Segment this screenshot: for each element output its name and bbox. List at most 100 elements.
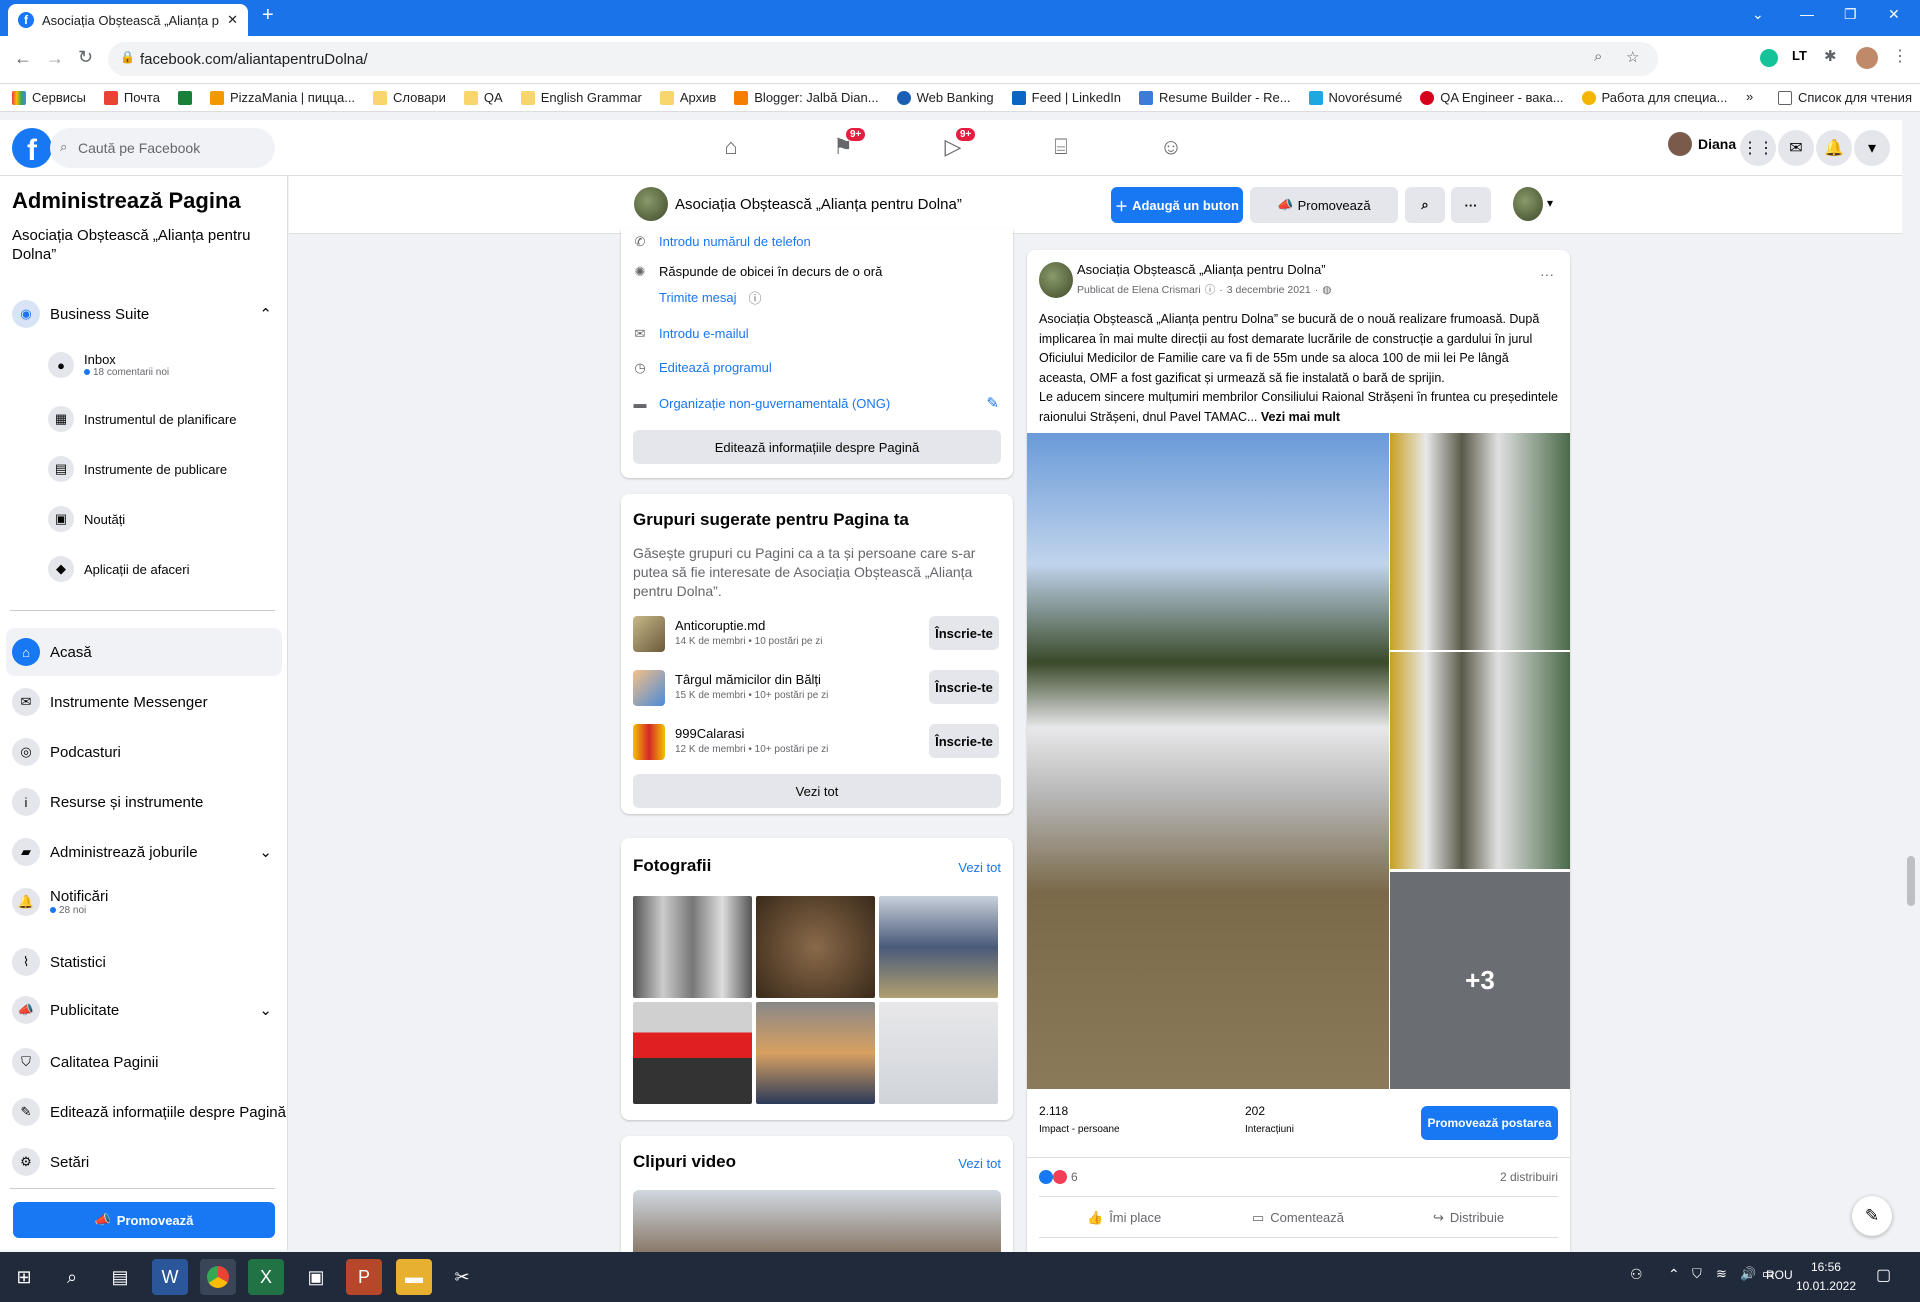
scrollbar-thumb[interactable]: [1907, 856, 1915, 906]
close-tab-icon[interactable]: ✕: [227, 12, 238, 28]
file-explorer-icon[interactable]: ▬: [396, 1259, 432, 1295]
bookmark-sheets[interactable]: [177, 90, 192, 105]
photo-thumbnail[interactable]: [879, 1002, 998, 1104]
pages-flag-nav-icon[interactable]: ⚑ 9+: [828, 128, 866, 162]
see-more-link[interactable]: Vezi mai mult: [1261, 410, 1340, 424]
bookmark-resume[interactable]: Resume Builder - Re...: [1139, 90, 1291, 105]
chevron-down-icon[interactable]: ⌄: [259, 843, 272, 861]
translate-extension-icon[interactable]: LT: [1792, 48, 1807, 63]
chevron-down-icon[interactable]: ⌄: [259, 1001, 272, 1019]
group-name[interactable]: Târgul mămicilor din Bălți: [675, 672, 821, 687]
video-thumbnail[interactable]: [633, 1190, 1001, 1252]
category-row[interactable]: ▬ Organizație non-guvernamentală (ONG) ✎: [633, 394, 1000, 412]
sidebar-item-messenger-tools[interactable]: ✉ Instrumente Messenger: [12, 688, 208, 716]
share-button[interactable]: ↪ Distribuie: [1433, 1210, 1504, 1226]
post-photo-3[interactable]: [1390, 652, 1570, 869]
home-nav-icon[interactable]: ⌂: [716, 132, 746, 162]
bookmark-linkedin[interactable]: Feed | LinkedIn: [1011, 90, 1121, 105]
back-icon[interactable]: ←: [14, 48, 32, 69]
more-bookmarks[interactable]: »: [1746, 89, 1753, 104]
restore-icon[interactable]: ❐: [1844, 6, 1857, 23]
menu-grid-icon[interactable]: ⋮⋮: [1740, 130, 1776, 166]
schedule-row[interactable]: ◷ Editează programul: [633, 360, 772, 376]
bookmark-blogger[interactable]: Blogger: Jalbă Dian...: [734, 90, 879, 105]
shares-count[interactable]: 2 distribuiri: [1500, 1170, 1558, 1184]
group-item[interactable]: 999Calarasi 12 K de membri • 10+ postări…: [633, 722, 999, 762]
bookmark-folder-grammar[interactable]: English Grammar: [520, 90, 642, 105]
sidebar-item-ads[interactable]: 📣 Publicitate ⌄: [12, 996, 272, 1024]
groups-see-all-button[interactable]: Vezi tot: [633, 774, 1001, 808]
action-center-icon[interactable]: ▢: [1876, 1265, 1891, 1285]
photo-thumbnail[interactable]: [633, 1002, 752, 1104]
sidebar-item-jobs[interactable]: ▰ Administrează joburile ⌄: [12, 838, 272, 866]
reload-icon[interactable]: ↻: [78, 47, 93, 68]
tab-search-icon[interactable]: ⌄: [1752, 6, 1764, 23]
like-button[interactable]: 👍 Îmi place: [1087, 1210, 1161, 1226]
group-name[interactable]: 999Calarasi: [675, 726, 744, 741]
more-options-button[interactable]: ···: [1451, 187, 1491, 223]
sidebar-promote-button[interactable]: 📣 Promovează: [13, 1202, 275, 1238]
sidebar-item-resources[interactable]: i Resurse și instrumente: [12, 788, 203, 816]
sidebar-sub-publishing[interactable]: ▤ Instrumente de publicare: [48, 456, 227, 482]
taskbar-search-icon[interactable]: ⌕: [54, 1259, 90, 1295]
bookmark-star-icon[interactable]: ☆: [1626, 48, 1639, 66]
grammarly-icon[interactable]: [1760, 49, 1778, 67]
group-name[interactable]: Anticoruptie.md: [675, 618, 765, 633]
user-profile-link[interactable]: Diana: [1668, 132, 1736, 156]
schedule-link[interactable]: Editează programul: [659, 360, 772, 375]
reading-list[interactable]: Список для чтения: [1778, 90, 1912, 105]
sidebar-item-page-quality[interactable]: ⛉ Calitatea Paginii: [12, 1048, 158, 1076]
sidebar-item-notifications[interactable]: 🔔 Notificări 28 noi: [12, 888, 108, 916]
sidebar-item-podcasts[interactable]: ◎ Podcasturi: [12, 738, 121, 766]
post-author-avatar[interactable]: [1039, 262, 1073, 298]
caret-down-icon[interactable]: ▾: [1547, 196, 1553, 210]
bookmark-folder-qa[interactable]: QA: [463, 90, 503, 105]
security-icon[interactable]: ⛉: [1692, 1266, 1702, 1282]
photo-thumbnail[interactable]: [879, 896, 998, 998]
email-row[interactable]: ✉ Introdu e-mailul: [633, 326, 749, 342]
sidebar-item-settings[interactable]: ⚙ Setări: [12, 1148, 89, 1176]
notifications-bell-icon[interactable]: 🔔: [1816, 130, 1852, 166]
extensions-icon[interactable]: ✱: [1824, 47, 1837, 65]
new-tab-icon[interactable]: +: [262, 4, 274, 27]
post-main-photo[interactable]: [1027, 433, 1389, 1089]
edit-info-button[interactable]: Editează informațiile despre Pagină: [633, 430, 1001, 464]
add-button-button[interactable]: ＋ Adaugă un buton: [1111, 187, 1243, 223]
task-view-icon[interactable]: ▤: [102, 1259, 138, 1295]
sidebar-sub-business-apps[interactable]: ◆ Aplicații de afaceri: [48, 556, 190, 582]
email-link[interactable]: Introdu e-mailul: [659, 326, 749, 341]
network-app-icon[interactable]: ▣: [298, 1259, 334, 1295]
promote-post-button[interactable]: Promovează postarea: [1421, 1106, 1558, 1140]
photos-see-all-link[interactable]: Vezi tot: [958, 860, 1001, 875]
url-bar[interactable]: 🔒 facebook.com/aliantapentruDolna/ ⌕ ☆: [108, 42, 1658, 76]
post-options-icon[interactable]: ···: [1540, 266, 1554, 282]
chrome-app-icon[interactable]: [200, 1259, 236, 1295]
post-photo-2[interactable]: [1390, 433, 1570, 650]
post-date[interactable]: 3 decembrie 2021: [1227, 284, 1311, 296]
post-photo-more[interactable]: +3: [1390, 872, 1570, 1089]
edit-pencil-icon[interactable]: ✎: [986, 394, 999, 412]
groups-nav-icon[interactable]: ☺: [1156, 132, 1186, 162]
messenger-icon[interactable]: ✉: [1778, 130, 1814, 166]
page-header-name[interactable]: Asociația Obștească „Alianța pentru Doln…: [675, 196, 962, 213]
snipping-tool-icon[interactable]: ✂: [444, 1259, 480, 1295]
language-indicator[interactable]: ROU: [1766, 1268, 1793, 1282]
sidebar-sub-news[interactable]: ▣ Noutăți: [48, 506, 125, 532]
profile-avatar[interactable]: [1856, 47, 1878, 69]
photo-thumbnail[interactable]: [756, 1002, 875, 1104]
watch-nav-icon[interactable]: ▷ 9+: [938, 128, 976, 162]
marketplace-nav-icon[interactable]: ⌸: [1046, 132, 1076, 162]
zoom-icon[interactable]: ⌕: [1594, 48, 1602, 65]
comment-button[interactable]: ▭ Comentează: [1252, 1210, 1344, 1226]
facebook-search-input[interactable]: ⌕ Caută pe Facebook: [50, 128, 275, 168]
bookmark-hh[interactable]: QA Engineer - вака...: [1420, 90, 1564, 105]
phone-row[interactable]: ✆ Introdu numărul de telefon: [633, 234, 811, 250]
join-group-button[interactable]: Înscrie-te: [929, 724, 999, 758]
account-dropdown-icon[interactable]: ▾: [1854, 130, 1890, 166]
sidebar-sub-inbox[interactable]: ● Inbox 18 comentarii noi: [48, 352, 169, 378]
category-link[interactable]: Organizație non-guvernamentală (ONG): [659, 396, 890, 411]
group-item[interactable]: Anticoruptie.md 14 K de membri • 10 post…: [633, 614, 999, 654]
windows-start-icon[interactable]: ⊞: [6, 1259, 42, 1295]
bookmark-folder-archive[interactable]: Архив: [659, 90, 716, 105]
new-message-compose-icon[interactable]: ✎: [1852, 1196, 1892, 1236]
